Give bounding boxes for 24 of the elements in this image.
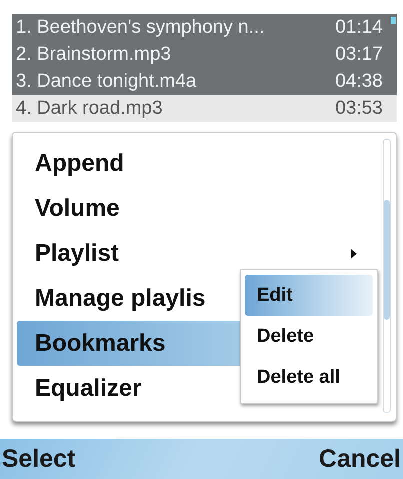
scroll-indicator-icon — [391, 17, 396, 24]
menu-item-label: Append — [35, 150, 124, 178]
menu-item-label: Bookmarks — [35, 330, 166, 358]
scrollbar-thumb[interactable] — [384, 200, 390, 320]
cancel-softkey[interactable]: Cancel — [317, 444, 403, 474]
menu-item[interactable]: Append — [17, 141, 376, 186]
menu-item-label: Volume — [35, 194, 120, 222]
track-duration: 03:53 — [335, 98, 383, 120]
track-row[interactable]: 4. Dark road.mp3 03:53 — [12, 95, 397, 122]
track-duration: 03:17 — [335, 44, 383, 66]
submenu-item[interactable]: Edit — [245, 275, 373, 316]
select-softkey[interactable]: Select — [0, 444, 78, 474]
track-row[interactable]: 1. Beethoven's symphony n... 01:14 — [12, 14, 397, 41]
menu-item-label: Playlist — [35, 240, 120, 268]
menu-item[interactable]: Playlist — [17, 231, 376, 276]
track-title: 3. Dance tonight.m4a — [16, 70, 197, 92]
track-title: 1. Beethoven's symphony n... — [16, 16, 265, 38]
track-title: 4. Dark road.mp3 — [16, 98, 163, 120]
track-row[interactable]: 3. Dance tonight.m4a 04:38 — [12, 68, 397, 95]
track-row[interactable]: 2. Brainstorm.mp3 03:17 — [12, 41, 397, 68]
track-duration: 01:14 — [335, 16, 383, 38]
menu-item[interactable]: Volume — [17, 186, 376, 231]
track-duration: 04:38 — [335, 70, 383, 92]
track-title: 2. Brainstorm.mp3 — [16, 44, 172, 66]
